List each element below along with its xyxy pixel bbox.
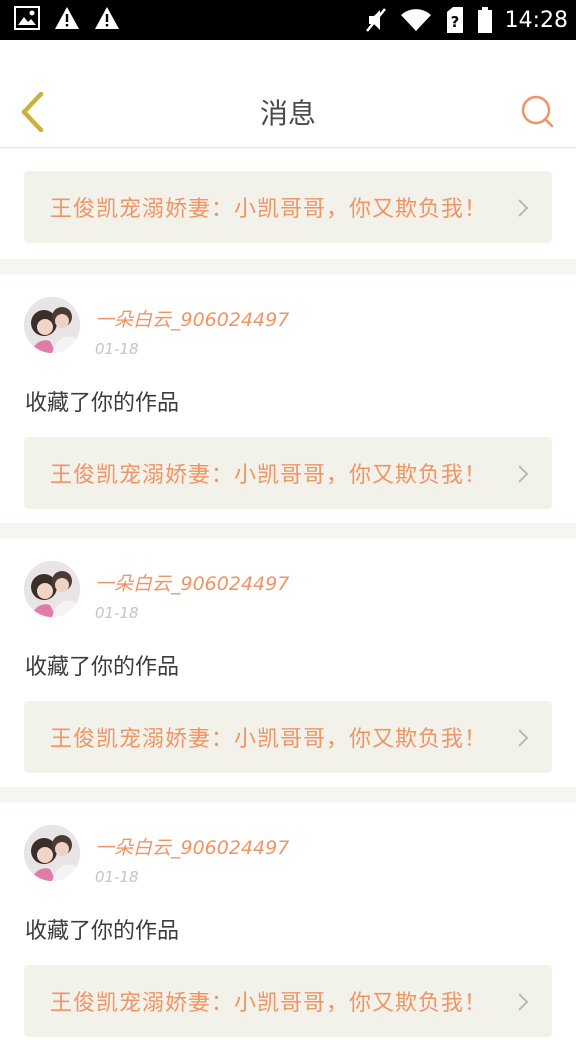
- message-date: 01-18: [95, 604, 139, 622]
- message-feed[interactable]: 王俊凯宠溺娇妻：小凯哥哥，你又欺负我！ 一朵白云_906024497 01-18…: [0, 149, 576, 1051]
- divider: [0, 787, 576, 803]
- battery-icon: [477, 6, 493, 34]
- chevron-right-icon: [518, 199, 529, 217]
- warning-icon: [54, 6, 80, 30]
- message-item[interactable]: 一朵白云_906024497 01-18 收藏了你的作品 王俊凯宠溺娇妻：小凯哥…: [0, 803, 576, 1051]
- message-text: 收藏了你的作品: [25, 655, 180, 680]
- search-button[interactable]: [520, 94, 556, 130]
- work-card: 王俊凯宠溺娇妻：小凯哥哥，你又欺负我！: [0, 149, 576, 259]
- image-icon: [14, 6, 40, 30]
- work-link[interactable]: 王俊凯宠溺娇妻：小凯哥哥，你又欺负我！: [24, 965, 552, 1037]
- avatar[interactable]: [24, 561, 80, 617]
- avatar[interactable]: [24, 297, 80, 353]
- work-title: 王俊凯宠溺娇妻：小凯哥哥，你又欺负我！: [50, 197, 488, 222]
- work-title: 王俊凯宠溺娇妻：小凯哥哥，你又欺负我！: [50, 991, 488, 1016]
- work-link[interactable]: 王俊凯宠溺娇妻：小凯哥哥，你又欺负我！: [24, 437, 552, 509]
- page-title: 消息: [259, 97, 316, 130]
- mute-icon: [365, 7, 387, 33]
- chevron-right-icon: [518, 729, 529, 747]
- work-title: 王俊凯宠溺娇妻：小凯哥哥，你又欺负我！: [50, 727, 488, 752]
- work-link[interactable]: 王俊凯宠溺娇妻：小凯哥哥，你又欺负我！: [24, 701, 552, 773]
- divider: [0, 523, 576, 539]
- status-bar: ? 14:28: [0, 0, 576, 40]
- user-name[interactable]: 一朵白云_906024497: [95, 569, 289, 596]
- app-header: 消息: [0, 40, 576, 148]
- message-date: 01-18: [95, 868, 139, 886]
- chevron-right-icon: [518, 993, 529, 1011]
- message-item[interactable]: 一朵白云_906024497 01-18 收藏了你的作品 王俊凯宠溺娇妻：小凯哥…: [0, 275, 576, 523]
- warning-icon: [94, 6, 120, 30]
- message-date: 01-18: [95, 340, 139, 358]
- work-link[interactable]: 王俊凯宠溺娇妻：小凯哥哥，你又欺负我！: [24, 171, 552, 243]
- user-name[interactable]: 一朵白云_906024497: [95, 833, 289, 860]
- user-name[interactable]: 一朵白云_906024497: [95, 305, 289, 332]
- message-text: 收藏了你的作品: [25, 919, 180, 944]
- message-text: 收藏了你的作品: [25, 391, 180, 416]
- message-item[interactable]: 一朵白云_906024497 01-18 收藏了你的作品 王俊凯宠溺娇妻：小凯哥…: [0, 539, 576, 787]
- work-title: 王俊凯宠溺娇妻：小凯哥哥，你又欺负我！: [50, 463, 488, 488]
- chevron-right-icon: [518, 465, 529, 483]
- search-icon: [521, 95, 554, 128]
- divider: [0, 259, 576, 275]
- svg-text:?: ?: [450, 13, 459, 31]
- wifi-icon: [399, 7, 433, 33]
- clock: 14:28: [504, 7, 568, 33]
- sim-unknown-icon: ?: [445, 6, 465, 34]
- avatar[interactable]: [24, 825, 80, 881]
